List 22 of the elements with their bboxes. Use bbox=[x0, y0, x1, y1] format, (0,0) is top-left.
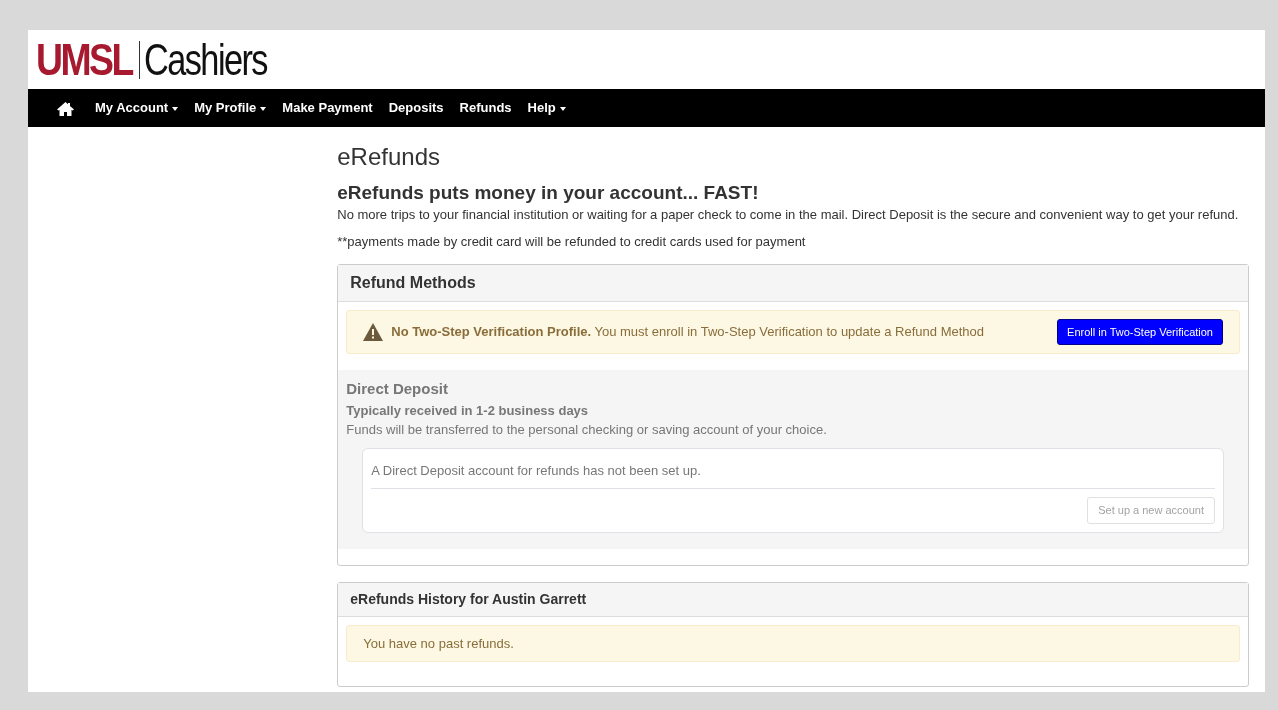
warning-message: No Two-Step Verification Profile. You must enroll in Two-Step Verification to update a Refund Method bbox=[391, 323, 984, 342]
nav-link-item[interactable]: Deposits bbox=[380, 98, 452, 118]
nav-link-item[interactable]: Refunds bbox=[451, 98, 520, 118]
section-description: Funds will be transferred to the personal checking or saving account of your choice. bbox=[346, 421, 828, 440]
logo-unit: Cashiers bbox=[144, 37, 268, 82]
page-title: eRefunds bbox=[337, 143, 441, 172]
warning-icon bbox=[363, 322, 384, 341]
account-status: A Direct Deposit account for refunds has not been set up. bbox=[371, 456, 1215, 490]
intro-text: No more trips to your financial institution or waiting for a paper check to come in the mail. Direct Deposit is the secure and convenient way to get your refund. bbox=[337, 205, 1240, 224]
nav-link-item[interactable]: Help bbox=[519, 98, 574, 118]
section-subtitle: Typically received in 1-2 business days bbox=[346, 401, 590, 420]
headline: eRefunds puts money in your account... FAST! bbox=[337, 181, 760, 205]
nav-link-item[interactable]: Make Payment bbox=[274, 98, 381, 118]
nav-link-item[interactable]: My Profile bbox=[186, 98, 275, 118]
logo-brand: UMSL bbox=[36, 37, 132, 82]
nav-link-item[interactable]: My Account bbox=[87, 98, 187, 118]
payment-note: **payments made by credit card will be refunded to credit cards used for payment bbox=[337, 233, 807, 252]
section-title: Direct Deposit bbox=[346, 379, 449, 400]
enroll-button[interactable]: Enroll in Two-Step Verification bbox=[1057, 318, 1223, 346]
panel-title: Refund Methods bbox=[338, 264, 1248, 302]
empty-history-alert: You have no past refunds. bbox=[346, 624, 1240, 663]
panel-title: eRefunds History for Austin Garrett bbox=[338, 582, 1248, 617]
